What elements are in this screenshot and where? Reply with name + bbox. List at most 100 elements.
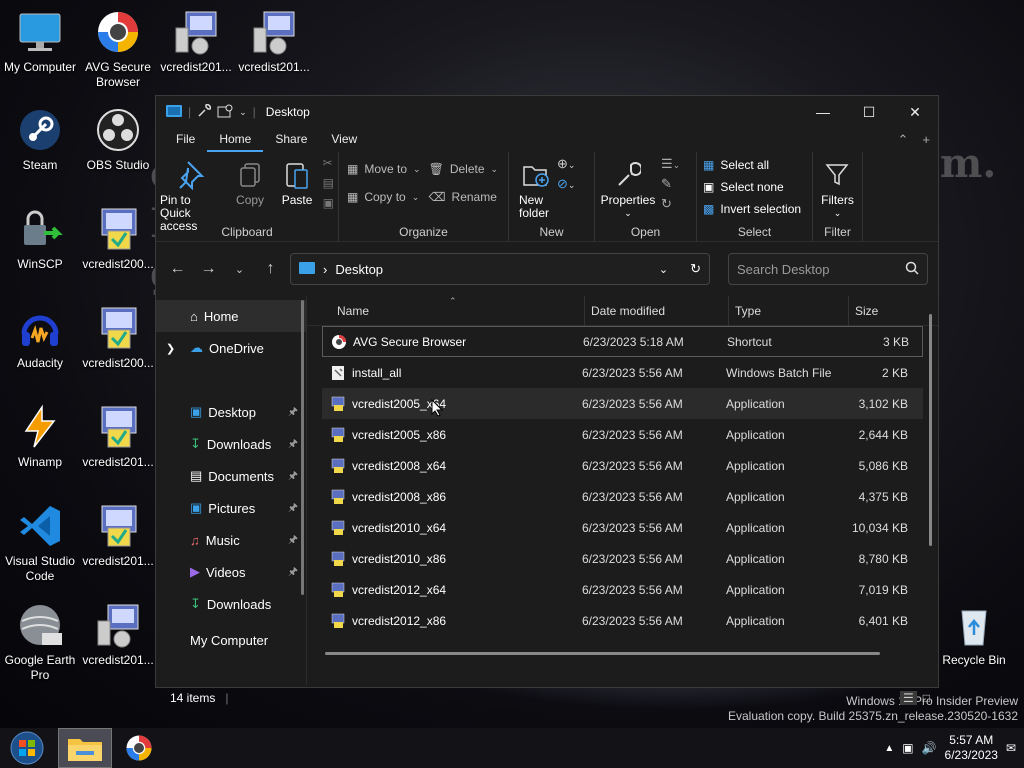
desktop-icon-obs[interactable]: OBS Studio [78,106,158,173]
nav-item-desktop[interactable]: ▣ Desktop 🖈 [156,396,306,428]
copy-to-button[interactable]: ▦ Copy to ⌄ [347,186,421,208]
close-button[interactable]: ✕ [892,97,938,127]
file-row[interactable]: vcredist2008_x86 6/23/2023 5:56 AM Applica… [322,481,923,512]
desktop-icon-vscode[interactable]: Visual Studio Code [0,502,80,584]
file-row[interactable]: vcredist2010_x86 6/23/2023 5:56 AM Applica… [322,543,923,574]
file-size-cell: 7,019 KB [858,582,908,597]
network-icon[interactable]: ▣ [902,741,913,755]
tab-file[interactable]: File [164,128,207,152]
nav-item-downloads[interactable]: ↧ Downloads 🖈 [156,428,306,460]
file-row[interactable]: install_all 6/23/2023 5:56 AM Windows Batc… [322,357,923,388]
desktop-icon-recycle-bin[interactable]: Recycle Bin [934,601,1014,668]
history-icon[interactable]: ↻ [661,196,680,212]
copy-path-icon[interactable]: ▤ [323,176,334,190]
nav-item-home[interactable]: ⌂ Home [156,300,306,332]
desktop-icon-vcredist[interactable]: vcredist201... [78,403,158,470]
desktop-icon-vcredist[interactable]: vcredist201... [78,502,158,569]
file-row[interactable]: vcredist2005_x86 6/23/2023 5:56 AM Applica… [322,419,923,450]
chevron-down-icon[interactable]: ⌄ [239,107,247,118]
up-button[interactable]: ↑ [259,255,282,283]
column-header-name[interactable]: Name ⌃ [337,295,585,326]
move-to-button[interactable]: ▦ Move to ⌄ [347,158,421,180]
file-row[interactable]: vcredist2010_x64 6/23/2023 5:56 AM Applica… [322,512,923,543]
desktop-icon-audacity[interactable]: Audacity [0,304,80,371]
column-label: Type [735,303,762,318]
nav-item-pictures[interactable]: ▣ Pictures 🖈 [156,492,306,524]
nav-item-music[interactable]: ♫ Music 🖈 [156,524,306,556]
nav-item-videos[interactable]: ▶ Videos 🖈 [156,556,306,588]
tab-view[interactable]: View [319,128,369,152]
desktop-icon-my-computer[interactable]: My Computer [0,8,80,75]
select-all-button[interactable]: ▦ Select all [703,154,808,176]
large-icons-view-icon[interactable]: □ [923,691,930,705]
add-icon[interactable]: + [922,132,930,148]
forward-button[interactable]: → [197,255,220,283]
address-dropdown-icon[interactable]: ⌄ [659,263,668,276]
nav-item-documents[interactable]: ▤ Documents 🖈 [156,460,306,492]
desktop-icon-vcredist[interactable]: vcredist201... [156,8,236,75]
file-row[interactable]: AVG Secure Browser 6/23/2023 5:18 AM Short… [322,326,923,357]
taskbar-avg-browser[interactable] [112,728,166,768]
minimize-button[interactable]: — [800,97,846,127]
paste-shortcut-icon[interactable]: ▣ [323,196,334,210]
file-row[interactable]: vcredist2008_x64 6/23/2023 5:56 AM Applica… [322,450,923,481]
show-hidden-icons-icon[interactable]: ▲ [884,743,894,754]
download-icon: ↧ [190,436,201,451]
file-list-scrollbar[interactable] [929,314,932,546]
desktop-icon-avg-browser[interactable]: AVG Secure Browser [78,8,158,90]
properties-icon[interactable] [197,103,212,121]
nav-item-downloads-2[interactable]: ↧ Downloads [156,588,306,620]
start-button[interactable] [0,728,54,768]
easy-access-icon[interactable]: ⊘⌄ [557,176,575,192]
invert-selection-button[interactable]: ▩ Invert selection [703,198,808,220]
rename-button[interactable]: ⌫ Rename [429,186,498,208]
desktop-icon-winamp[interactable]: Winamp [0,403,80,470]
column-header-date[interactable]: Date modified [585,295,729,326]
refresh-icon[interactable]: ↻ [690,261,701,277]
collapse-ribbon-icon[interactable]: ⌃ [898,132,909,148]
file-row[interactable]: vcredist2012_x64 6/23/2023 5:56 AM Applica… [322,574,923,605]
desktop-icon-steam[interactable]: Steam [0,106,80,173]
column-header-type[interactable]: Type [729,295,849,326]
nav-label: Desktop [208,404,256,420]
nav-item-onedrive[interactable]: ❯ ☁ OneDrive [156,332,306,364]
address-bar[interactable]: › Desktop ⌄ ↻ [290,253,710,285]
file-row[interactable]: vcredist2012_x86 6/23/2023 5:56 AM Applica… [322,605,923,636]
file-row[interactable]: vcredist2005_x64 6/23/2023 5:56 AM Applica… [322,388,923,419]
open-icon[interactable]: ☰⌄ [661,156,680,172]
details-view-icon[interactable]: ☰ [899,691,917,705]
file-list-hscrollbar[interactable] [325,652,880,655]
edit-icon[interactable]: ✎ [661,176,680,192]
new-folder-icon[interactable] [217,104,233,121]
nav-scrollbar[interactable] [301,300,304,595]
desktop-icon-winscp[interactable]: WinSCP [0,205,80,272]
desktop-icon-vcredist[interactable]: vcredist201... [78,601,158,668]
clock[interactable]: 5:57 AM 6/23/2023 [945,733,998,763]
copy-label: Copy [236,193,265,207]
desktop-icon-vcredist[interactable]: vcredist200... [78,304,158,371]
search-input[interactable]: Search Desktop [728,253,928,285]
desktop-icon-vcredist[interactable]: vcredist200... [78,205,158,272]
back-button[interactable]: ← [166,255,189,283]
desktop-icon-google-earth[interactable]: Google Earth Pro [0,601,80,683]
volume-icon[interactable]: 🔊 [922,741,937,755]
expand-chevron-icon[interactable]: ❯ [166,342,175,355]
breadcrumb[interactable]: Desktop [335,262,383,277]
search-icon[interactable] [905,261,919,278]
move-to-label: Move to [364,162,408,176]
nav-label: Home [203,308,239,324]
new-item-icon[interactable]: ⊕⌄ [557,156,575,172]
tab-home[interactable]: Home [207,128,264,152]
taskbar-file-explorer[interactable] [58,728,112,768]
cut-icon[interactable]: ✂ [323,156,334,170]
select-none-button[interactable]: ▣ Select none [703,176,808,198]
desktop-icon-vcredist[interactable]: vcredist201... [234,8,314,75]
recent-locations-button[interactable]: ⌄ [228,255,251,283]
column-header-size[interactable]: Size [849,296,929,326]
nav-item-my-computer[interactable]: My Computer [156,634,306,648]
notifications-icon[interactable]: ✉ [1006,741,1016,755]
ribbon-tabs: File Home Share View ⌃ + [156,128,938,152]
maximize-button[interactable]: ☐ [846,97,892,127]
tab-share[interactable]: Share [263,128,319,152]
delete-button[interactable]: 🗑 Delete ⌄ [429,158,498,180]
